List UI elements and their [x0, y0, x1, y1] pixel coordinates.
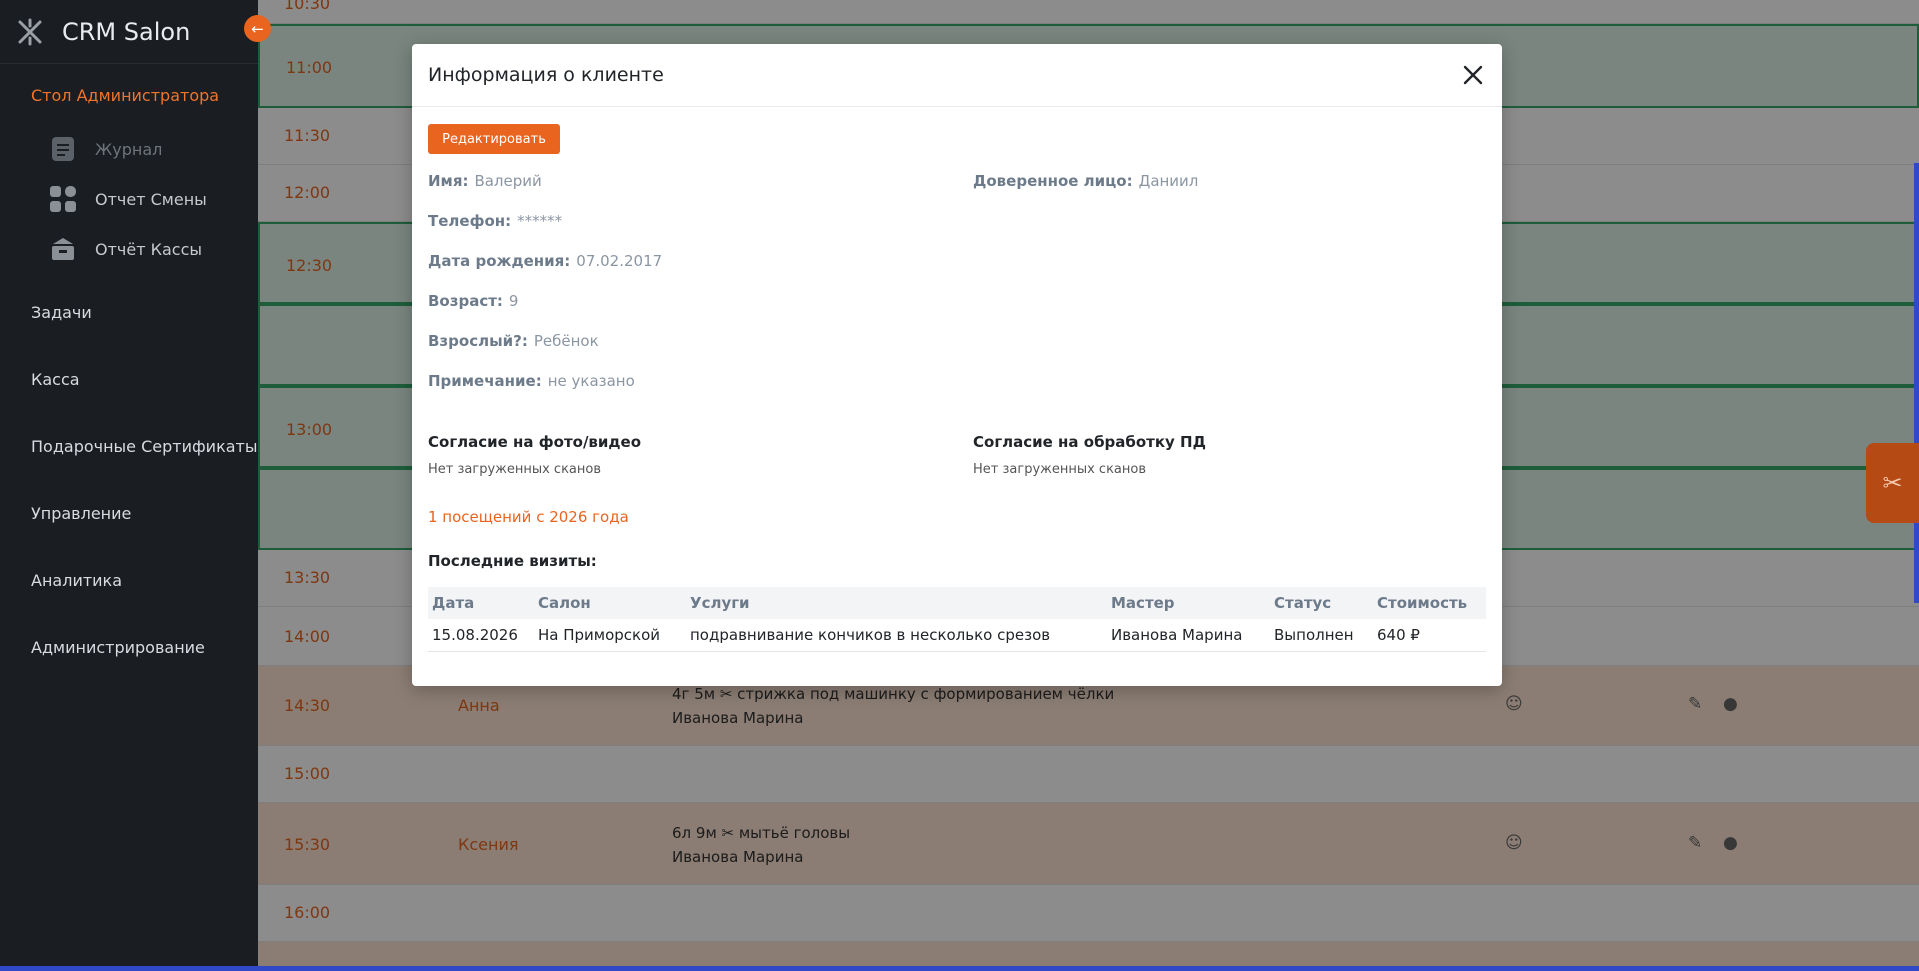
col-date: Дата — [428, 587, 534, 619]
field-trustee: Доверенное лицо: Даниил — [973, 172, 1198, 190]
modal-header: Информация о клиенте — [412, 44, 1502, 107]
edit-button[interactable]: Редактировать — [428, 124, 560, 154]
field-value: Валерий — [474, 172, 542, 190]
services-side-tab[interactable]: ✂ — [1866, 443, 1919, 523]
field-value: не указано — [547, 372, 635, 390]
cashbox-icon — [50, 236, 76, 262]
visits-count-link[interactable]: 1 посещений с 2026 года — [428, 508, 629, 526]
field-label: Имя: — [428, 172, 469, 190]
nav-journal-label: Журнал — [95, 139, 163, 159]
col-services: Услуги — [686, 587, 1107, 619]
cell-status: Выполнен — [1270, 619, 1373, 652]
nav-journal[interactable]: Журнал — [50, 136, 162, 162]
collapse-sidebar-button[interactable]: ← — [244, 15, 271, 42]
cell-services: подравнивание кончиков в несколько срезо… — [686, 619, 1107, 652]
table-header-row: Дата Салон Услуги Мастер Статус Стоимост… — [428, 587, 1486, 619]
field-value: Даниил — [1138, 172, 1199, 190]
consent-photo-title: Согласие на фото/видео — [428, 433, 642, 451]
nav-cashbox[interactable]: Касса — [31, 370, 80, 389]
scissors-icon: ✂ — [1882, 469, 1903, 497]
col-cost: Стоимость — [1373, 587, 1486, 619]
visits-table: Дата Салон Услуги Мастер Статус Стоимост… — [428, 587, 1486, 652]
close-icon — [1463, 65, 1483, 85]
nav-cash-report-label: Отчёт Кассы — [95, 239, 203, 259]
table-row[interactable]: 15.08.2026 На Приморской подравнивание к… — [428, 619, 1486, 652]
field-label: Доверенное лицо: — [973, 172, 1133, 190]
nav-gift-certificates[interactable]: Подарочные Сертификаты — [31, 437, 258, 456]
scroll-indicator — [1914, 163, 1919, 603]
field-note: Примечание: не указано — [428, 372, 635, 390]
col-master: Мастер — [1107, 587, 1270, 619]
client-info-modal: Информация о клиенте Редактировать Имя: В… — [412, 44, 1502, 686]
nav-cash-report[interactable]: Отчёт Кассы — [50, 236, 202, 262]
field-value: ****** — [517, 212, 563, 230]
field-age: Возраст: 9 — [428, 292, 518, 310]
field-label: Дата рождения: — [428, 252, 571, 270]
field-label: Возраст: — [428, 292, 503, 310]
grid-icon — [50, 186, 76, 212]
field-adult: Взрослый?: Ребёнок — [428, 332, 599, 350]
field-value: 07.02.2017 — [576, 252, 663, 270]
nav-analytics[interactable]: Аналитика — [31, 571, 122, 590]
field-label: Взрослый?: — [428, 332, 528, 350]
field-name: Имя: Валерий — [428, 172, 542, 190]
journal-icon — [50, 136, 76, 162]
nav-management[interactable]: Управление — [31, 504, 131, 523]
field-value: 9 — [508, 292, 519, 310]
field-phone: Телефон: ****** — [428, 212, 562, 230]
cell-master: Иванова Марина — [1107, 619, 1270, 652]
field-value: Ребёнок — [533, 332, 599, 350]
modal-title: Информация о клиенте — [428, 64, 664, 86]
field-label: Телефон: — [428, 212, 512, 230]
cell-date: 15.08.2026 — [428, 619, 534, 652]
nav-tasks[interactable]: Задачи — [31, 303, 92, 322]
consent-photo-status: Нет загруженных сканов — [428, 462, 602, 477]
cell-salon: На Приморской — [534, 619, 686, 652]
consent-pd-title: Согласие на обработку ПД — [973, 433, 1206, 451]
field-label: Примечание: — [428, 372, 542, 390]
scissors-logo-icon — [14, 16, 46, 48]
nav-administration[interactable]: Администрирование — [31, 638, 205, 657]
cell-cost: 640 ₽ — [1373, 619, 1486, 652]
sidebar: CRM Salon Стол Администратора Журнал Отч… — [0, 0, 258, 971]
nav-shift-report[interactable]: Отчет Смены — [50, 186, 207, 212]
close-button[interactable] — [1460, 62, 1486, 88]
col-status: Статус — [1270, 587, 1373, 619]
bottom-bar — [0, 966, 1919, 971]
brand[interactable]: CRM Salon — [0, 0, 258, 64]
arrow-left-icon: ← — [251, 19, 264, 38]
app-title: CRM Salon — [62, 17, 191, 46]
field-birth-date: Дата рождения: 07.02.2017 — [428, 252, 662, 270]
col-salon: Салон — [534, 587, 686, 619]
consent-pd-status: Нет загруженных сканов — [973, 462, 1147, 477]
last-visits-label: Последние визиты: — [428, 552, 597, 570]
nav-admin-desk[interactable]: Стол Администратора — [31, 86, 219, 105]
nav-shift-report-label: Отчет Смены — [95, 189, 207, 209]
